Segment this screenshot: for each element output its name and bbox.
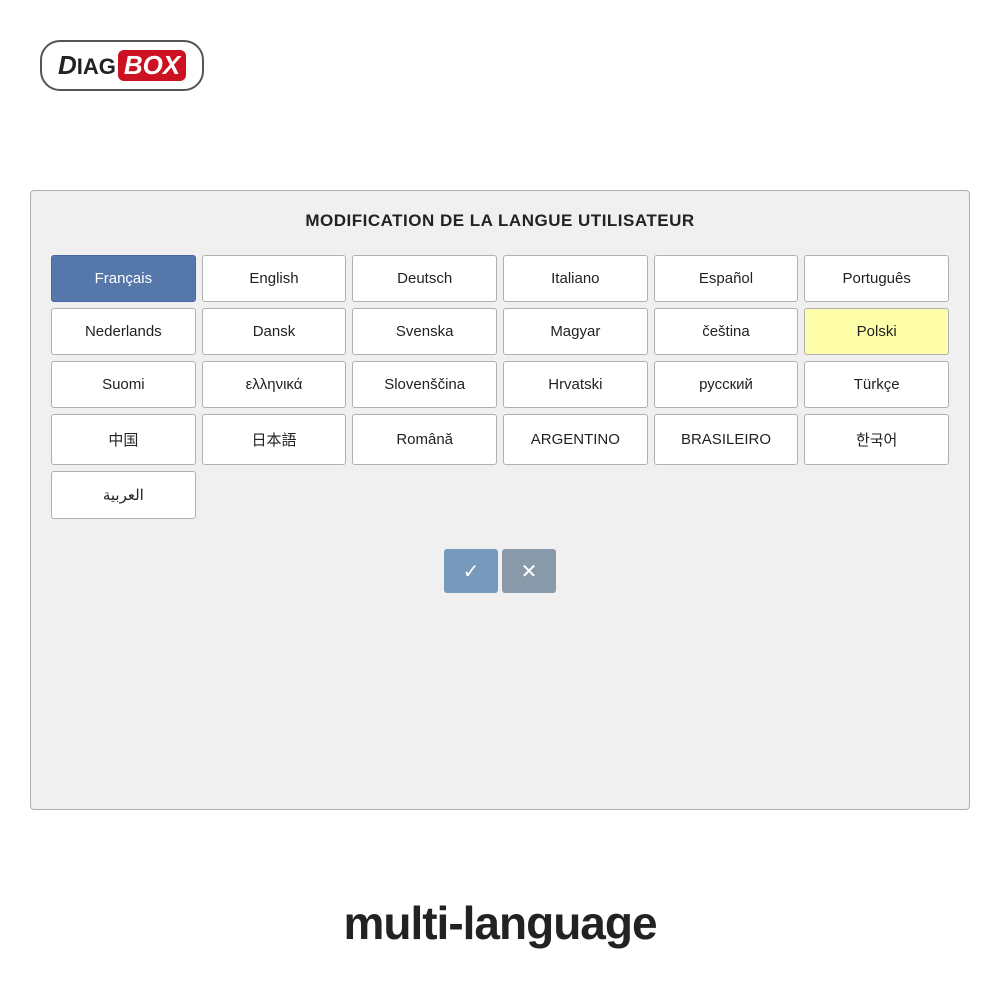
lang-btn-slovenscina[interactable]: Slovenščina [352,361,497,408]
lang-btn-russian[interactable]: русский [654,361,799,408]
lang-btn-turkce[interactable]: Türkçe [804,361,949,408]
lang-btn-romana[interactable]: Română [352,414,497,465]
lang-btn-greek[interactable]: ελληνικά [202,361,347,408]
lang-btn-polski[interactable]: Polski [804,308,949,355]
lang-btn-dansk[interactable]: Dansk [202,308,347,355]
logo-box-text: BOX [118,50,186,81]
language-grid: FrançaisEnglishDeutschItalianoEspañolPor… [51,255,949,519]
lang-btn-deutsch[interactable]: Deutsch [352,255,497,302]
lang-btn-italiano[interactable]: Italiano [503,255,648,302]
lang-btn-hrvatski[interactable]: Hrvatski [503,361,648,408]
dialog-title: MODIFICATION DE LA LANGUE UTILISATEUR [305,211,694,231]
lang-btn-argentino[interactable]: ARGENTINO [503,414,648,465]
lang-btn-svenska[interactable]: Svenska [352,308,497,355]
lang-btn-espanol[interactable]: Español [654,255,799,302]
lang-btn-magyar[interactable]: Magyar [503,308,648,355]
dialog-actions: ✓ ✕ [444,549,556,593]
lang-btn-cestina[interactable]: čeština [654,308,799,355]
diagbox-logo: DIAG BOX [40,40,204,91]
language-dialog: MODIFICATION DE LA LANGUE UTILISATEUR Fr… [30,190,970,810]
cancel-button[interactable]: ✕ [502,549,556,593]
lang-btn-brasileiro[interactable]: BRASILEIRO [654,414,799,465]
confirm-button[interactable]: ✓ [444,549,498,593]
lang-btn-korean[interactable]: 한국어 [804,414,949,465]
lang-btn-chinese[interactable]: 中国 [51,414,196,465]
logo-area: DIAG BOX [40,40,204,91]
lang-btn-japanese[interactable]: 日本語 [202,414,347,465]
lang-btn-francais[interactable]: Français [51,255,196,302]
lang-btn-english[interactable]: English [202,255,347,302]
page-label: multi-language [0,896,1000,950]
lang-btn-suomi[interactable]: Suomi [51,361,196,408]
lang-btn-nederlands[interactable]: Nederlands [51,308,196,355]
logo-diag-text: DIAG [58,50,116,81]
lang-btn-arabic[interactable]: العربية [51,471,196,519]
lang-btn-portugues[interactable]: Português [804,255,949,302]
